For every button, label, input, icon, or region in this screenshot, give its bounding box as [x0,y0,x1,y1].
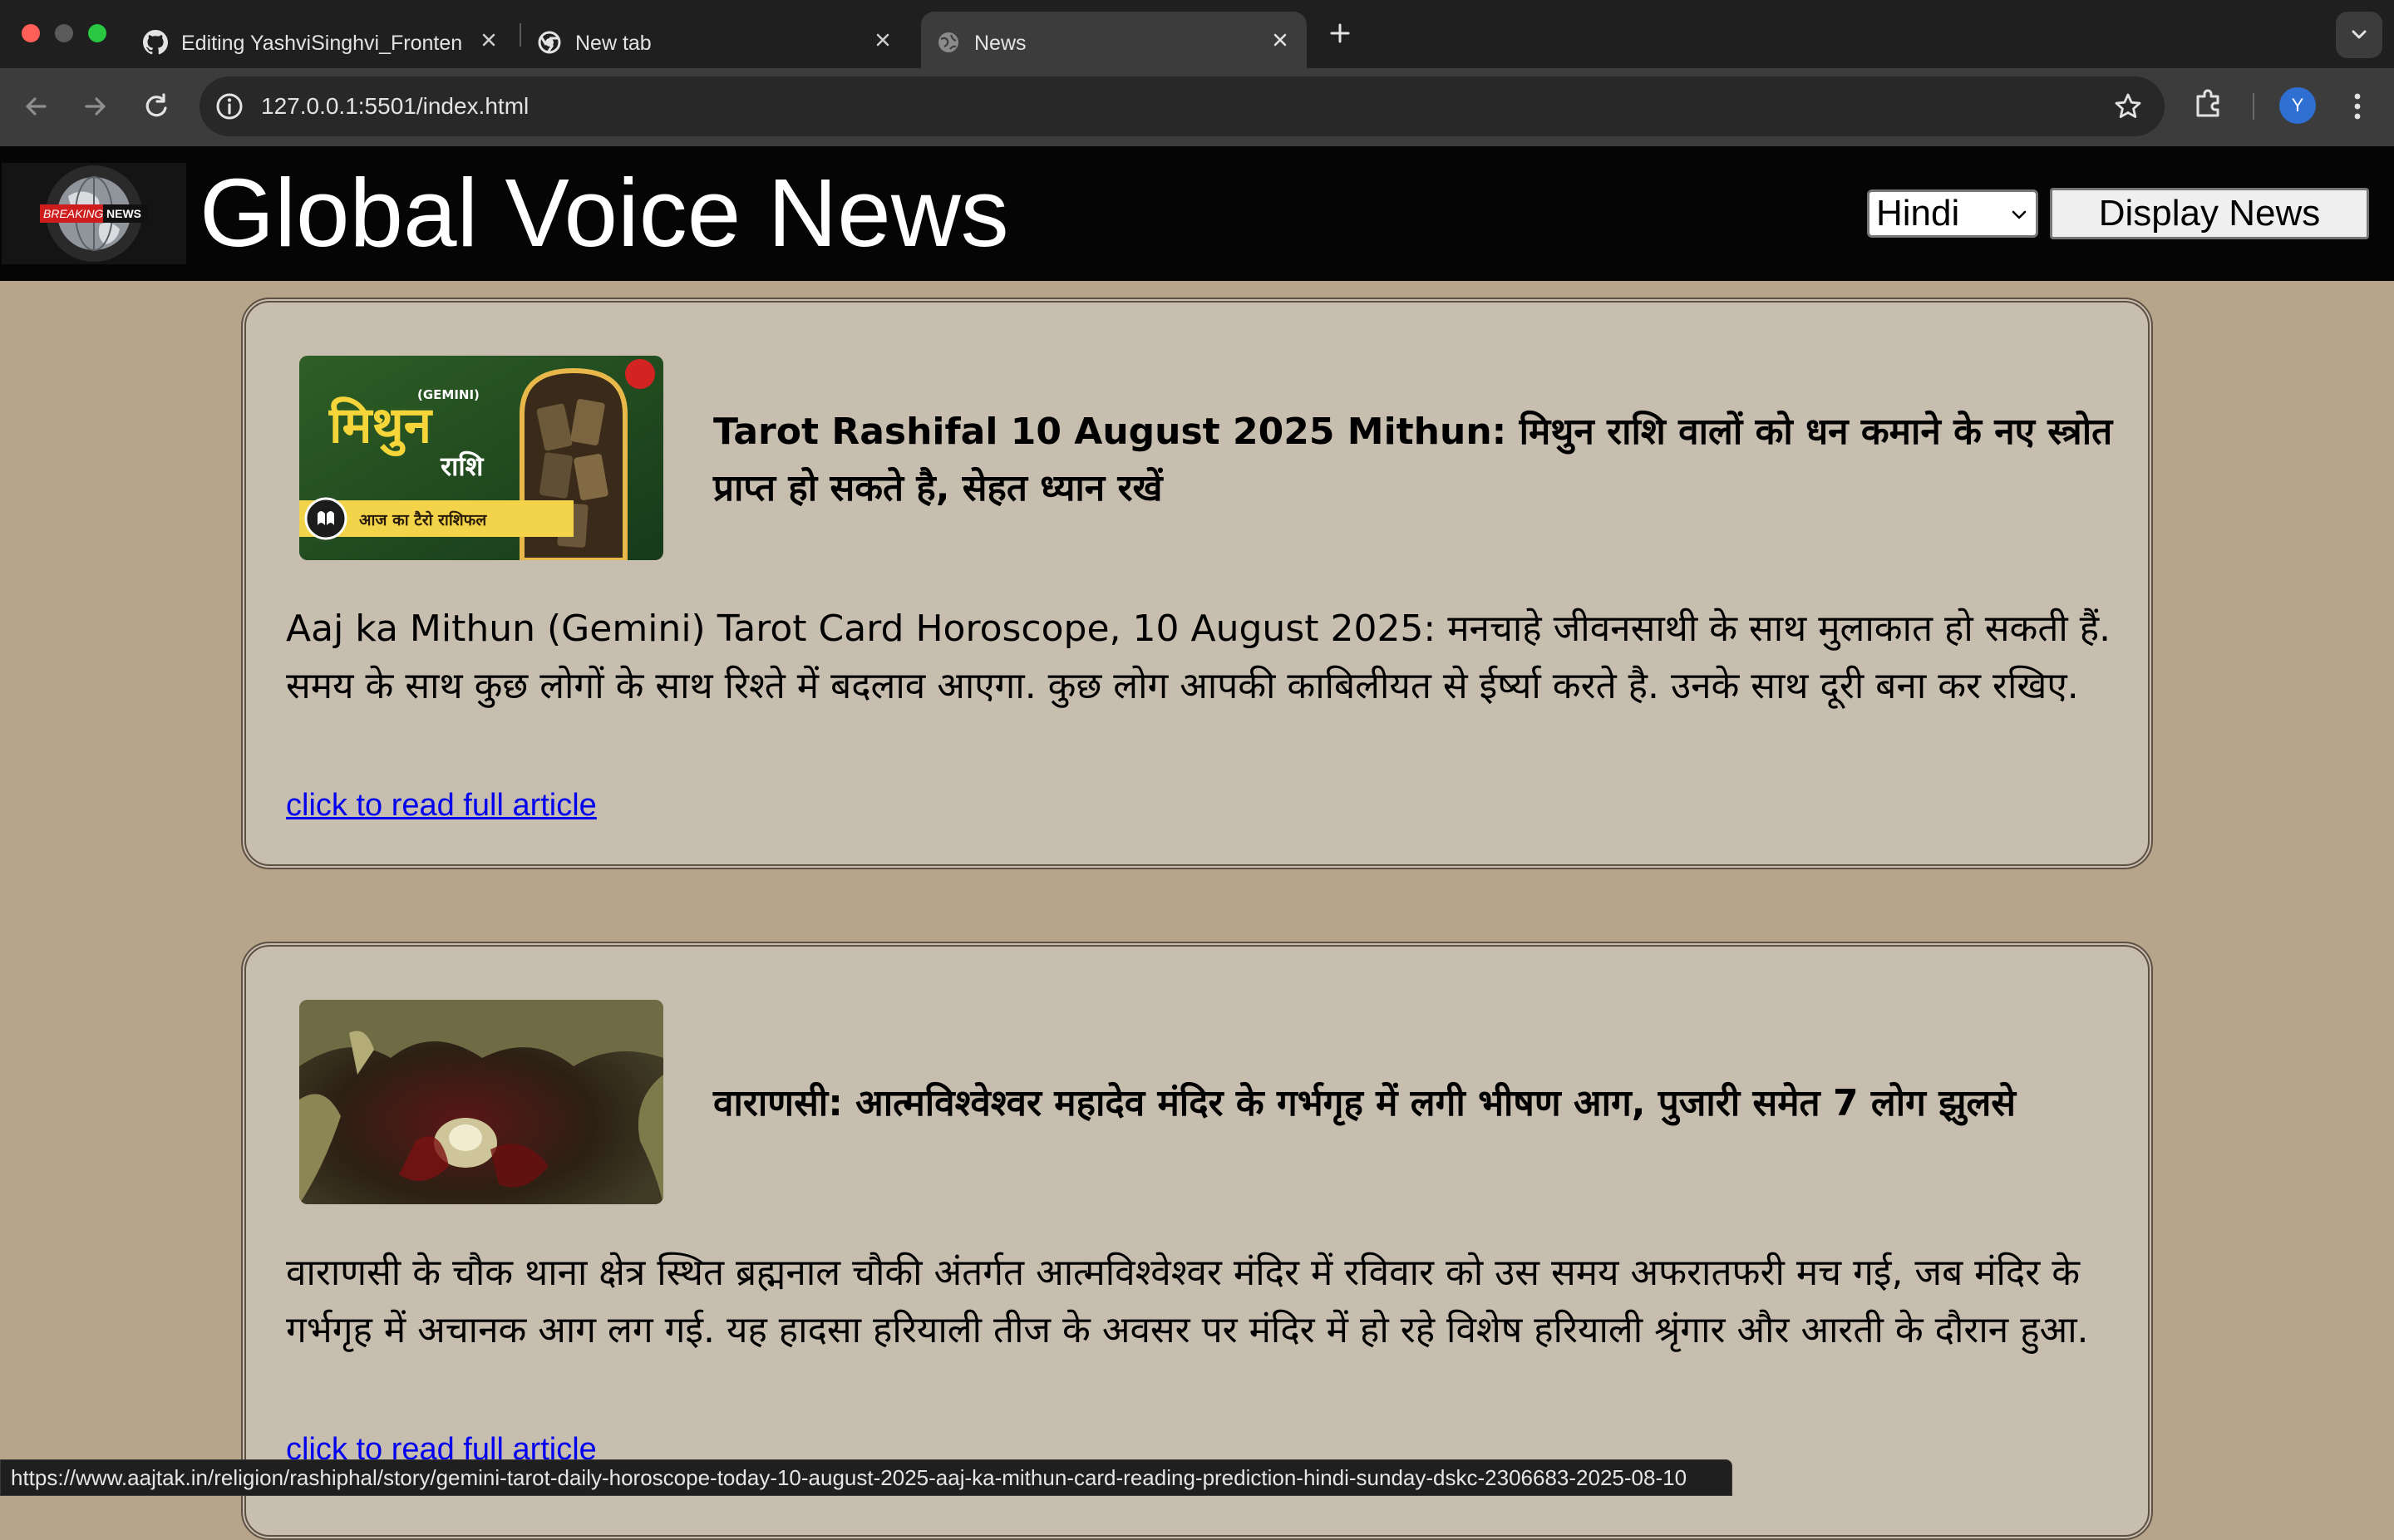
site-info-icon[interactable] [213,90,246,123]
tab-github-editing[interactable]: Editing YashviSinghvi_Frontend [128,12,519,68]
kebab-menu-icon[interactable] [2342,88,2372,125]
address-bar[interactable]: 127.0.0.1:5501/index.html [200,76,2165,136]
display-news-button[interactable]: Display News [2050,188,2369,239]
article-thumbnail[interactable]: (GEMINI) मिथुन राशि आज का टैरो राशिफल [299,356,663,560]
tab-search-button[interactable] [2336,12,2382,58]
tab-news[interactable]: News [921,12,1307,68]
article-headline: वाराणसी: आत्मविश्वेश्वर महादेव मंदिर के … [713,1082,2017,1124]
news-card: वाराणसी: आत्मविश्वेश्वर महादेव मंदिर के … [241,942,2153,1540]
close-icon[interactable] [477,28,500,52]
tab-title: Editing YashviSinghvi_Frontend [181,32,462,55]
extensions-puzzle-icon[interactable] [2192,86,2225,120]
github-icon [143,30,168,55]
window-minimize-button[interactable] [55,24,73,42]
link-preview-status-bar: https://www.aajtak.in/religion/rashiphal… [0,1459,1732,1496]
chevron-down-icon [2352,30,2367,39]
language-select-value: Hindi [1876,193,1960,234]
profile-avatar[interactable]: Y [2279,87,2316,124]
bookmark-star-icon[interactable] [2113,91,2143,121]
site-title: Global Voice News [200,159,1009,267]
tab-separator [520,23,521,47]
svg-text:मिथुन: मिथुन [328,396,434,457]
back-arrow-icon[interactable] [18,88,55,125]
tab-title: New tab [575,32,652,55]
browser-tab-strip: Editing YashviSinghvi_Frontend New tab N… [0,0,2394,68]
globe-icon [938,32,958,52]
chevron-down-icon [2012,210,2027,219]
browser-toolbar: 127.0.0.1:5501/index.html Y [0,68,2394,146]
article-headline: Tarot Rashifal 10 August 2025 Mithun: मि… [713,411,2113,509]
article-description: वाराणसी के चौक थाना क्षेत्र स्थित ब्रह्म… [286,1252,2089,1351]
forward-arrow-icon[interactable] [76,88,113,125]
tab-new-tab[interactable]: New tab [522,12,918,68]
svg-text:NEWS: NEWS [106,207,141,220]
news-card: (GEMINI) मिथुन राशि आज का टैरो राशिफल Ta… [241,298,2153,869]
svg-text:BREAKING: BREAKING [43,207,103,220]
address-bar-url[interactable]: 127.0.0.1:5501/index.html [261,93,529,120]
chrome-icon [538,31,561,54]
tab-title: News [974,32,1027,55]
site-logo: BREAKING NEWS [2,163,186,264]
site-header: BREAKING NEWS Global Voice News Hindi Di… [0,146,2394,281]
window-close-button[interactable] [22,24,40,42]
close-icon[interactable] [871,28,894,52]
new-tab-plus-icon[interactable] [1325,18,1355,48]
language-select[interactable]: Hindi [1867,189,2038,238]
svg-text:राशि: राशि [440,450,485,482]
toolbar-divider [2253,93,2254,120]
read-full-article-link[interactable]: click to read full article [286,788,597,824]
reload-icon[interactable] [138,88,175,125]
article-description: Aaj ka Mithun (Gemini) Tarot Card Horosc… [286,608,2111,707]
article-thumbnail[interactable] [299,1000,663,1204]
close-icon[interactable] [1268,28,1292,52]
svg-text:आज का टैरो राशिफल: आज का टैरो राशिफल [359,510,487,529]
window-maximize-button[interactable] [88,24,106,42]
